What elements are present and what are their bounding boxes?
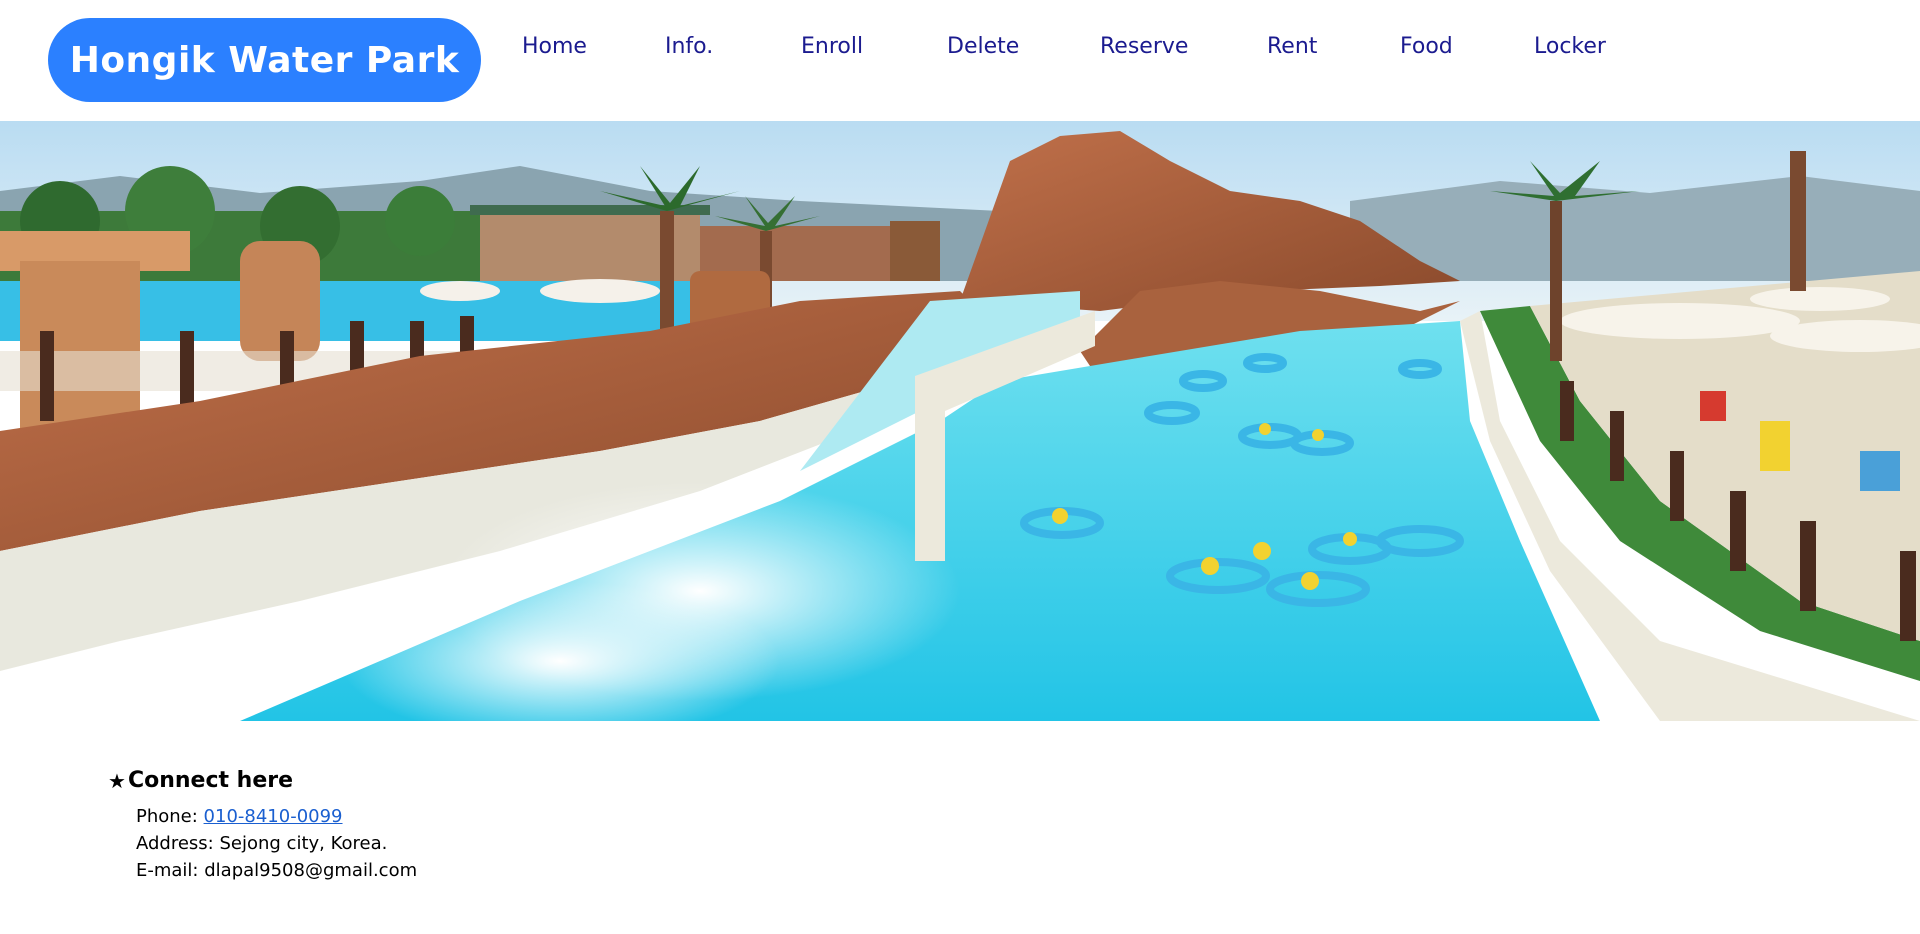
email-label: E-mail:: [136, 860, 205, 881]
address-label: Address:: [136, 833, 220, 854]
nav-reserve[interactable]: Reserve: [1100, 34, 1188, 59]
site-logo[interactable]: Hongik Water Park: [48, 18, 481, 102]
star-icon: ★: [108, 768, 126, 793]
nav-enroll[interactable]: Enroll: [801, 34, 863, 59]
water-park-photo: [0, 121, 1920, 721]
hero-image: [0, 121, 1920, 721]
nav-food[interactable]: Food: [1400, 34, 1453, 59]
contact-section: ★ Connect here Phone: 010-8410-0099 Addr…: [108, 768, 808, 884]
phone-link[interactable]: 010-8410-0099: [204, 806, 343, 827]
address-value: Sejong city, Korea.: [219, 833, 388, 854]
contact-phone: Phone: 010-8410-0099: [136, 803, 808, 830]
nav-info[interactable]: Info.: [665, 34, 713, 59]
contact-title: ★ Connect here: [108, 768, 808, 793]
contact-address: Address: Sejong city, Korea.: [136, 830, 808, 857]
phone-label: Phone:: [136, 806, 204, 827]
contact-email: E-mail: dlapal9508@gmail.com: [136, 857, 808, 884]
nav-locker[interactable]: Locker: [1534, 34, 1606, 59]
nav-rent[interactable]: Rent: [1267, 34, 1317, 59]
header: Hongik Water Park Home Info. Enroll Dele…: [0, 0, 1920, 121]
nav-home[interactable]: Home: [522, 34, 587, 59]
contact-title-text: Connect here: [127, 768, 294, 793]
email-value: dlapal9508@gmail.com: [204, 860, 418, 881]
nav-delete[interactable]: Delete: [947, 34, 1019, 59]
